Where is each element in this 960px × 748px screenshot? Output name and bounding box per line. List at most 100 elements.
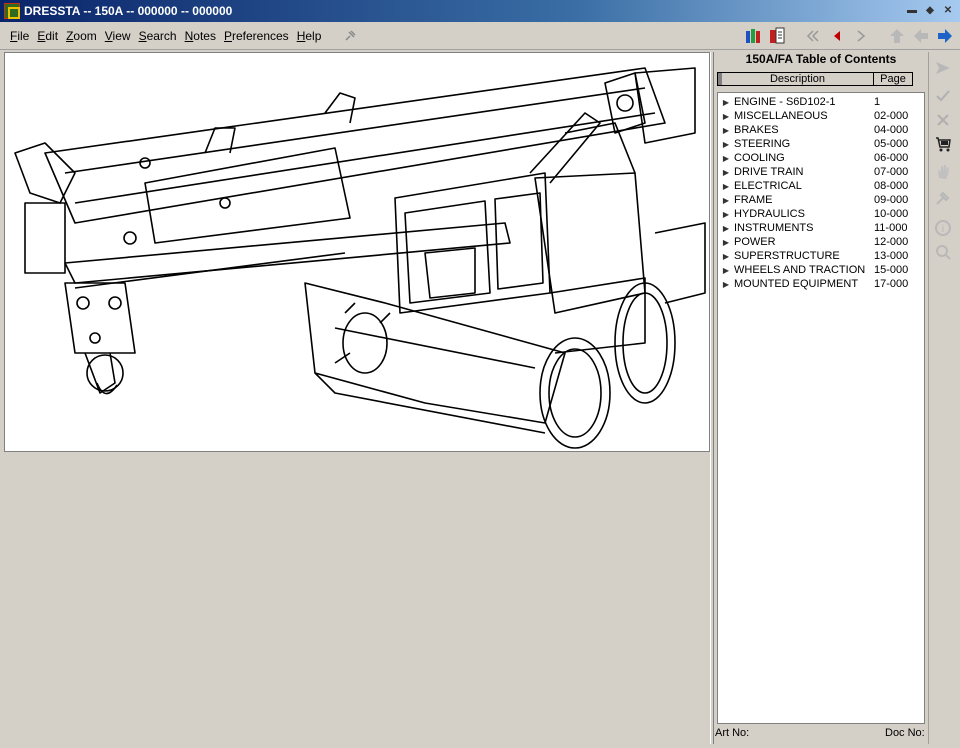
machine-illustration: [14, 67, 706, 449]
expand-arrow-icon[interactable]: ▶: [718, 252, 734, 261]
expand-arrow-icon[interactable]: ▶: [718, 168, 734, 177]
toc-row-miscellaneous[interactable]: ▶ MISCELLANEOUS 02-000: [718, 109, 924, 123]
menu-search[interactable]: Search: [135, 29, 181, 43]
menu-file[interactable]: File: [6, 29, 33, 43]
previous-page-icon[interactable]: [826, 25, 848, 47]
toc-col-description[interactable]: Description: [718, 73, 874, 85]
toc-row-wheels-and-traction[interactable]: ▶ WHEELS AND TRACTION 15-000: [718, 263, 924, 277]
toc-row-description: ELECTRICAL: [734, 180, 802, 192]
toc-row-page: 06-000: [874, 152, 909, 164]
expand-arrow-icon[interactable]: ▶: [718, 182, 734, 191]
first-page-icon[interactable]: [802, 25, 824, 47]
back-icon[interactable]: [910, 25, 932, 47]
delete-icon[interactable]: [931, 108, 955, 132]
toc-title: 150A/FA Table of Contents: [745, 52, 897, 66]
drawing-viewer[interactable]: [4, 52, 710, 452]
forward-icon[interactable]: [934, 25, 956, 47]
toc-row-description: COOLING: [734, 152, 785, 164]
toc-row-page: 02-000: [874, 110, 909, 122]
viewer-empty-area: [4, 453, 710, 744]
expand-arrow-icon[interactable]: ▶: [718, 98, 734, 107]
toc-row-page: 10-000: [874, 208, 909, 220]
toc-row-description: MISCELLANEOUS: [734, 110, 828, 122]
toc-row-description: HYDRAULICS: [734, 208, 805, 220]
menu-preferences[interactable]: Preferences: [220, 29, 293, 43]
expand-arrow-icon[interactable]: ▶: [718, 126, 734, 135]
expand-arrow-icon[interactable]: ▶: [718, 140, 734, 149]
minimize-button[interactable]: ▬: [904, 4, 920, 18]
expand-arrow-icon[interactable]: ▶: [718, 280, 734, 289]
zoom-search-icon[interactable]: [931, 240, 955, 264]
toc-row-description: STEERING: [734, 138, 791, 150]
doc-no-label: Doc No:: [885, 727, 925, 739]
toc-row-page: 13-000: [874, 250, 909, 262]
expand-arrow-icon[interactable]: ▶: [718, 210, 734, 219]
toc-row-page: 1: [874, 96, 881, 108]
panel-splitter[interactable]: [710, 52, 714, 744]
toc-row-description: BRAKES: [734, 124, 779, 136]
up-level-icon[interactable]: [886, 25, 908, 47]
tool-icon[interactable]: [931, 186, 955, 210]
toc-row-drive-train[interactable]: ▶ DRIVE TRAIN 07-000: [718, 165, 924, 179]
expand-arrow-icon[interactable]: ▶: [718, 266, 734, 275]
toc-row-page: 12-000: [874, 236, 909, 248]
menu-bar: File Edit Zoom View Search Notes Prefere…: [0, 22, 960, 50]
menu-edit[interactable]: Edit: [33, 29, 62, 43]
toc-row-brakes[interactable]: ▶ BRAKES 04-000: [718, 123, 924, 137]
toc-row-electrical[interactable]: ▶ ELECTRICAL 08-000: [718, 179, 924, 193]
toc-row-description: FRAME: [734, 194, 773, 206]
menu-zoom[interactable]: Zoom: [62, 29, 101, 43]
toc-row-power[interactable]: ▶ POWER 12-000: [718, 235, 924, 249]
toc-row-description: WHEELS AND TRACTION: [734, 264, 866, 276]
toc-row-mounted-equipment[interactable]: ▶ MOUNTED EQUIPMENT 17-000: [718, 277, 924, 291]
toc-row-page: 11-000: [874, 222, 908, 234]
toc-row-hydraulics[interactable]: ▶ HYDRAULICS 10-000: [718, 207, 924, 221]
menu-help[interactable]: Help: [293, 29, 326, 43]
menu-notes[interactable]: Notes: [181, 29, 220, 43]
pin-icon[interactable]: [339, 25, 361, 47]
book-page-icon[interactable]: [766, 25, 788, 47]
title-bar: DRESSTA -- 150A -- 000000 -- 000000 ▬ ◆ …: [0, 0, 960, 22]
svg-text:i: i: [942, 224, 944, 235]
toc-row-page: 05-000: [874, 138, 909, 150]
expand-arrow-icon[interactable]: ▶: [718, 112, 734, 121]
next-page-icon[interactable]: [850, 25, 872, 47]
app-logo-icon: [4, 3, 20, 19]
toc-row-page: 17-000: [874, 278, 909, 290]
toc-row-superstructure[interactable]: ▶ SUPERSTRUCTURE 13-000: [718, 249, 924, 263]
toc-row-page: 09-000: [874, 194, 909, 206]
hand-icon[interactable]: [931, 160, 955, 184]
window-title: DRESSTA -- 150A -- 000000 -- 000000: [24, 4, 233, 18]
toc-row-page: 07-000: [874, 166, 909, 178]
expand-arrow-icon[interactable]: ▶: [718, 154, 734, 163]
side-tool-strip: i: [928, 52, 956, 744]
close-button[interactable]: ✕: [940, 4, 956, 18]
toc-row-instruments[interactable]: ▶ INSTRUMENTS 11-000: [718, 221, 924, 235]
toc-row-description: POWER: [734, 236, 776, 248]
toc-row-engine[interactable]: ▶ ENGINE - S6D102-1 1: [718, 95, 924, 109]
toc-panel: 150A/FA Table of Contents Description Pa…: [715, 50, 927, 744]
toc-row-description: INSTRUMENTS: [734, 222, 814, 234]
toc-row-steering[interactable]: ▶ STEERING 05-000: [718, 137, 924, 151]
toc-row-description: ENGINE - S6D102-1: [734, 96, 836, 108]
toc-row-description: DRIVE TRAIN: [734, 166, 804, 178]
books-icon[interactable]: [742, 25, 764, 47]
toc-row-page: 04-000: [874, 124, 909, 136]
toc-list: ▶ ENGINE - S6D102-1 1 ▶ MISCELLANEOUS 02-000…: [717, 92, 925, 724]
expand-arrow-icon[interactable]: ▶: [718, 238, 734, 247]
restore-button[interactable]: ◆: [922, 4, 938, 18]
toc-header: Description Page: [717, 72, 913, 86]
info-icon[interactable]: i: [931, 216, 955, 240]
check-icon[interactable]: [931, 84, 955, 108]
toc-col-page[interactable]: Page: [874, 73, 912, 85]
send-icon[interactable]: [931, 56, 955, 80]
toc-row-page: 08-000: [874, 180, 909, 192]
toc-row-frame[interactable]: ▶ FRAME 09-000: [718, 193, 924, 207]
expand-arrow-icon[interactable]: ▶: [718, 224, 734, 233]
toc-row-cooling[interactable]: ▶ COOLING 06-000: [718, 151, 924, 165]
menu-view[interactable]: View: [101, 29, 135, 43]
expand-arrow-icon[interactable]: ▶: [718, 196, 734, 205]
toc-row-description: SUPERSTRUCTURE: [734, 250, 840, 262]
cart-icon[interactable]: [931, 132, 955, 156]
art-no-label: Art No:: [715, 727, 750, 739]
